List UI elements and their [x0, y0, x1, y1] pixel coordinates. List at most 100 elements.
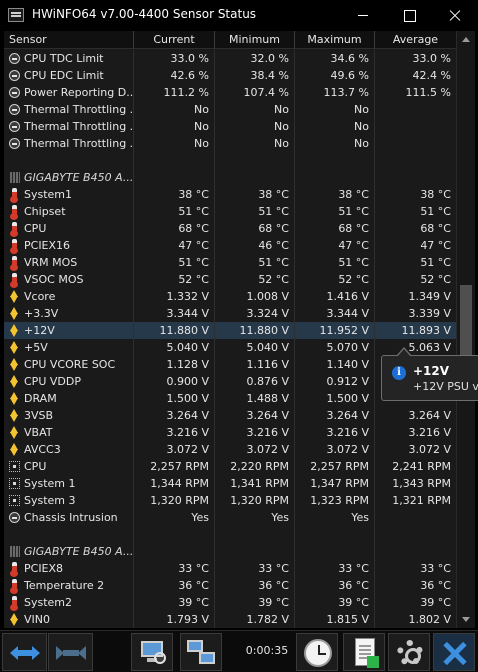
table-row[interactable]: +5V 5.040 V 5.040 V 5.070 V 5.063 V	[4, 339, 456, 356]
sensor-name: +3.3V	[4, 305, 134, 322]
table-row[interactable]: Vcore 1.332 V 1.008 V 1.416 V 1.349 V	[4, 288, 456, 305]
value-cur: 33 °C	[134, 560, 215, 577]
table-row[interactable]: CPU 68 °C 68 °C 68 °C 68 °C	[4, 220, 456, 237]
value-avg: 3.264 V	[408, 409, 451, 422]
collapse-columns-button[interactable]	[48, 633, 93, 671]
value-cur: 33.0 %	[134, 50, 215, 67]
value-min: 1,341 RPM	[215, 475, 295, 492]
value-max: 3.344 V	[295, 305, 375, 322]
value-avg: 3.339 V	[408, 307, 451, 320]
table-row[interactable]: Thermal Throttling ... No No No	[4, 135, 456, 152]
elapsed-timer: 0:00:35	[245, 644, 289, 657]
vertical-scrollbar[interactable]	[456, 31, 475, 628]
sensor-name: System1	[4, 186, 134, 203]
table-row[interactable]: +3.3V 3.344 V 3.324 V 3.344 V 3.339 V	[4, 305, 456, 322]
column-header-minimum[interactable]: Minimum	[215, 31, 295, 49]
value-min: 36 °C	[215, 577, 295, 594]
table-row[interactable]: VSOC MOS 52 °C 52 °C 52 °C 52 °C	[4, 271, 456, 288]
table-row[interactable]: CPU 2,257 RPM 2,220 RPM 2,257 RPM 2,241 RPM	[4, 458, 456, 475]
table-row[interactable]: VRM MOS 51 °C 51 °C 51 °C 51 °C	[4, 254, 456, 271]
table-row[interactable]: +12V 11.880 V 11.880 V 11.952 V 11.893 V	[4, 322, 456, 339]
table-row[interactable]: System 1 1,344 RPM 1,341 RPM 1,347 RPM 1,343…	[4, 475, 456, 492]
sensor-monitor-button[interactable]	[131, 633, 173, 671]
sensor-name: CPU TDC Limit	[4, 50, 134, 67]
table-row[interactable]: PCIEX8 33 °C 33 °C 33 °C 33 °C	[4, 560, 456, 577]
expand-columns-button[interactable]	[2, 633, 47, 671]
table-row[interactable]: PCIEX16 47 °C 46 °C 47 °C 47 °C	[4, 237, 456, 254]
sensor-name: Chassis Intrusion	[4, 509, 134, 526]
sensor-name: CPU VDDP	[4, 373, 134, 390]
column-header-current[interactable]: Current	[134, 31, 215, 49]
value-avg: 52 °C	[420, 273, 451, 286]
table-row[interactable]: Thermal Throttling ... No No No	[4, 101, 456, 118]
column-header-average[interactable]: Average	[375, 31, 456, 49]
table-row[interactable]: System2 39 °C 39 °C 39 °C 39 °C	[4, 594, 456, 611]
value-avg: 51 °C	[420, 205, 451, 218]
value-min: 33 °C	[215, 560, 295, 577]
table-row[interactable]: Temperature 2 36 °C 36 °C 36 °C 36 °C	[4, 577, 456, 594]
value-avg: 1,343 RPM	[392, 477, 451, 490]
column-header-maximum[interactable]: Maximum	[295, 31, 375, 49]
value-max: 1.416 V	[295, 288, 375, 305]
value-cur	[134, 169, 215, 186]
sensor-group-row[interactable]: GIGABYTE B450 A...	[4, 169, 456, 186]
sensor-name: Thermal Throttling ...	[4, 118, 134, 135]
table-row[interactable]: Thermal Throttling ... No No No	[4, 118, 456, 135]
close-sensors-button[interactable]	[433, 633, 475, 671]
sensor-group-row[interactable]: GIGABYTE B450 A...	[4, 543, 456, 560]
value-avg: 5.063 V	[408, 341, 451, 354]
table-row[interactable]: 3VSB 3.264 V 3.264 V 3.264 V 3.264 V	[4, 407, 456, 424]
value-max: 33 °C	[295, 560, 375, 577]
table-row[interactable]: System1 38 °C 38 °C 38 °C 38 °C	[4, 186, 456, 203]
value-avg: 1,321 RPM	[392, 494, 451, 507]
table-row[interactable]: System 3 1,320 RPM 1,320 RPM 1,323 RPM 1,321…	[4, 492, 456, 509]
value-avg: 39 °C	[420, 596, 451, 609]
column-header-sensor[interactable]: Sensor	[4, 31, 134, 49]
logging-button[interactable]	[343, 633, 385, 671]
table-row[interactable]: VBAT 3.216 V 3.216 V 3.216 V 3.216 V	[4, 424, 456, 441]
table-row[interactable]: Chassis Intrusion Yes Yes Yes	[4, 509, 456, 526]
value-cur: 3.216 V	[134, 424, 215, 441]
settings-button[interactable]	[388, 633, 430, 671]
value-avg: 51 °C	[420, 256, 451, 269]
value-max: 39 °C	[295, 594, 375, 611]
value-min: 0.876 V	[215, 373, 295, 390]
value-min: 11.880 V	[215, 322, 295, 339]
table-row[interactable]: VIN0 1.793 V 1.782 V 1.815 V 1.802 V	[4, 611, 456, 628]
minimize-button[interactable]	[340, 0, 386, 30]
value-cur: 42.6 %	[134, 67, 215, 84]
value-max: No	[295, 135, 375, 152]
table-row[interactable]: AVCC3 3.072 V 3.072 V 3.072 V 3.072 V	[4, 441, 456, 458]
table-row[interactable]: Power Reporting D... 111.2 % 107.4 % 113.7 …	[4, 84, 456, 101]
value-cur: 3.344 V	[134, 305, 215, 322]
value-avg: 68 °C	[420, 222, 451, 235]
value-cur: 39 °C	[134, 594, 215, 611]
reset-timer-button[interactable]	[296, 633, 338, 671]
value-avg: 1.349 V	[408, 290, 451, 303]
value-min: 3.324 V	[215, 305, 295, 322]
table-row[interactable]: CPU EDC Limit 42.6 % 38.4 % 49.6 % 42.4 %	[4, 67, 456, 84]
value-max: 47 °C	[295, 237, 375, 254]
value-avg: 1.802 V	[408, 613, 451, 626]
value-avg: 33 °C	[420, 562, 451, 575]
value-avg: 11.893 V	[401, 324, 451, 337]
value-min: No	[215, 101, 295, 118]
close-window-button[interactable]	[432, 0, 478, 30]
table-row[interactable]: Chipset 51 °C 51 °C 51 °C 51 °C	[4, 203, 456, 220]
value-cur: No	[134, 118, 215, 135]
sensor-name: PCIEX8	[4, 560, 134, 577]
value-avg: 47 °C	[420, 239, 451, 252]
value-min: 3.072 V	[215, 441, 295, 458]
network-button[interactable]	[180, 633, 222, 671]
sensor-tooltip: i +12V +12V PSU vo	[381, 347, 478, 401]
maximize-button[interactable]	[386, 0, 432, 30]
scroll-down-arrow-icon[interactable]	[457, 611, 476, 628]
scroll-up-arrow-icon[interactable]	[457, 31, 476, 48]
value-avg: 111.5 %	[405, 86, 451, 99]
value-min: No	[215, 135, 295, 152]
table-row[interactable]: CPU TDC Limit 33.0 % 32.0 % 34.6 % 33.0 %	[4, 50, 456, 67]
value-max: 1.500 V	[295, 390, 375, 407]
sensor-name: System 3	[4, 492, 134, 509]
value-cur	[134, 152, 215, 169]
sensor-name: GIGABYTE B450 A...	[4, 543, 134, 560]
